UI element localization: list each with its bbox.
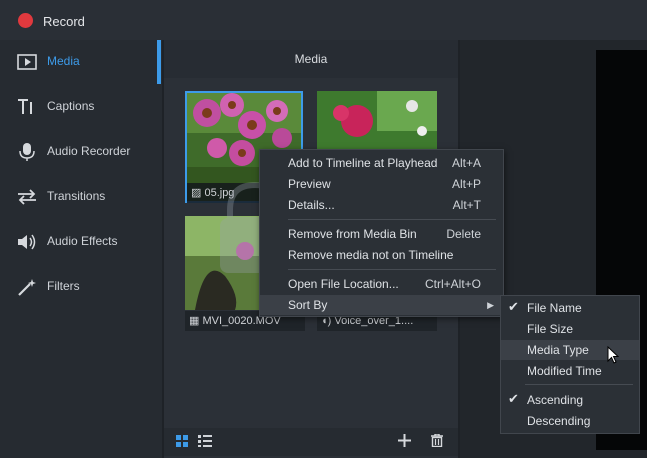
- add-icon[interactable]: [398, 434, 411, 447]
- sidebar-item-label: Transitions: [47, 189, 106, 203]
- sort-option-label: Modified Time: [527, 364, 602, 378]
- sort-option-descending[interactable]: Descending: [501, 411, 639, 431]
- menu-item-label: Remove from Media Bin: [288, 227, 417, 241]
- sidebar-item-label: Audio Effects: [47, 234, 118, 248]
- trash-icon[interactable]: [431, 434, 443, 447]
- transitions-icon: [18, 189, 36, 205]
- sidebar-item-label: Audio Recorder: [47, 144, 131, 158]
- captions-icon: [18, 99, 32, 114]
- title-bar: [0, 0, 647, 40]
- check-icon: ✔: [508, 299, 519, 314]
- sidebar-item-media[interactable]: Media: [0, 40, 162, 85]
- sidebar: Media Captions Audio Recorder Transition…: [0, 40, 162, 458]
- media-icon: [17, 54, 37, 70]
- sidebar-item-audio-effects[interactable]: Audio Effects: [0, 220, 162, 265]
- sort-option-file-name[interactable]: ✔ File Name: [501, 298, 639, 318]
- media-panel-title: Media: [294, 52, 328, 66]
- submenu-arrow-icon: ▶: [487, 300, 494, 310]
- menu-item-add-to-timeline[interactable]: Add to Timeline at Playhead Alt+A: [260, 153, 503, 173]
- menu-item-label: Details...: [288, 198, 335, 212]
- menu-item-preview[interactable]: Preview Alt+P: [260, 174, 503, 194]
- image-icon: ▨: [191, 187, 205, 199]
- menu-separator: [525, 384, 633, 385]
- menu-item-remove-from-media-bin[interactable]: Remove from Media Bin Delete: [260, 224, 503, 244]
- red-flower-thumbnail-image: [317, 91, 437, 151]
- menu-item-label: Open File Location...: [288, 277, 399, 291]
- menu-item-sort-by[interactable]: Sort By ▶: [260, 295, 503, 315]
- menu-item-shortcut: Alt+A: [451, 156, 481, 170]
- menu-separator: [288, 219, 496, 220]
- sort-option-label: File Size: [527, 322, 574, 336]
- menu-separator: [288, 269, 496, 270]
- menu-item-details[interactable]: Details... Alt+T: [260, 195, 503, 215]
- record-icon[interactable]: [18, 13, 33, 28]
- menu-item-label: Preview: [288, 177, 331, 191]
- grid-view-icon[interactable]: [176, 435, 188, 447]
- menu-item-shortcut: Alt+T: [452, 198, 481, 212]
- menu-item-open-file-location[interactable]: Open File Location... Ctrl+Alt+O: [260, 274, 503, 294]
- sidebar-item-transitions[interactable]: Transitions: [0, 175, 162, 220]
- sort-by-submenu: ✔ File Name File Size Media Type Modifie…: [500, 295, 640, 434]
- magic-wand-icon: [18, 279, 36, 296]
- sidebar-item-audio-recorder[interactable]: Audio Recorder: [0, 130, 162, 175]
- sidebar-item-label: Filters: [47, 279, 80, 293]
- menu-item-shortcut: Delete: [446, 227, 481, 241]
- active-indicator: [157, 40, 161, 84]
- mouse-cursor-icon: [607, 346, 619, 364]
- sort-option-label: Ascending: [527, 393, 584, 407]
- sort-option-label: Media Type: [527, 343, 589, 357]
- menu-item-remove-media-not-on-timeline[interactable]: Remove media not on Timeline: [260, 245, 503, 265]
- sidebar-item-label: Media: [47, 54, 80, 68]
- sort-option-file-size[interactable]: File Size: [501, 319, 639, 339]
- menu-item-label: Remove media not on Timeline: [288, 248, 454, 262]
- sort-option-modified-time[interactable]: Modified Time: [501, 361, 639, 381]
- menu-item-label: Sort By: [288, 298, 328, 312]
- microphone-icon: [19, 143, 35, 161]
- sort-option-label: File Name: [527, 301, 582, 315]
- check-icon: ✔: [508, 391, 519, 406]
- media-item-image-2[interactable]: [317, 91, 437, 151]
- list-view-icon[interactable]: [198, 435, 212, 447]
- menu-item-shortcut: Alt+P: [451, 177, 481, 191]
- menu-item-label: Add to Timeline at Playhead: [288, 156, 438, 170]
- record-button[interactable]: Record: [43, 14, 85, 29]
- sort-option-ascending[interactable]: ✔ Ascending: [501, 390, 639, 410]
- sidebar-item-label: Captions: [47, 99, 95, 113]
- video-icon: ▦: [189, 315, 203, 327]
- menu-item-shortcut: Ctrl+Alt+O: [424, 277, 481, 291]
- context-menu: Add to Timeline at Playhead Alt+A Previe…: [259, 149, 504, 317]
- sidebar-item-captions[interactable]: Captions: [0, 85, 162, 130]
- speaker-icon: [18, 234, 36, 250]
- sort-option-label: Descending: [527, 414, 591, 428]
- sidebar-item-filters[interactable]: Filters: [0, 265, 162, 310]
